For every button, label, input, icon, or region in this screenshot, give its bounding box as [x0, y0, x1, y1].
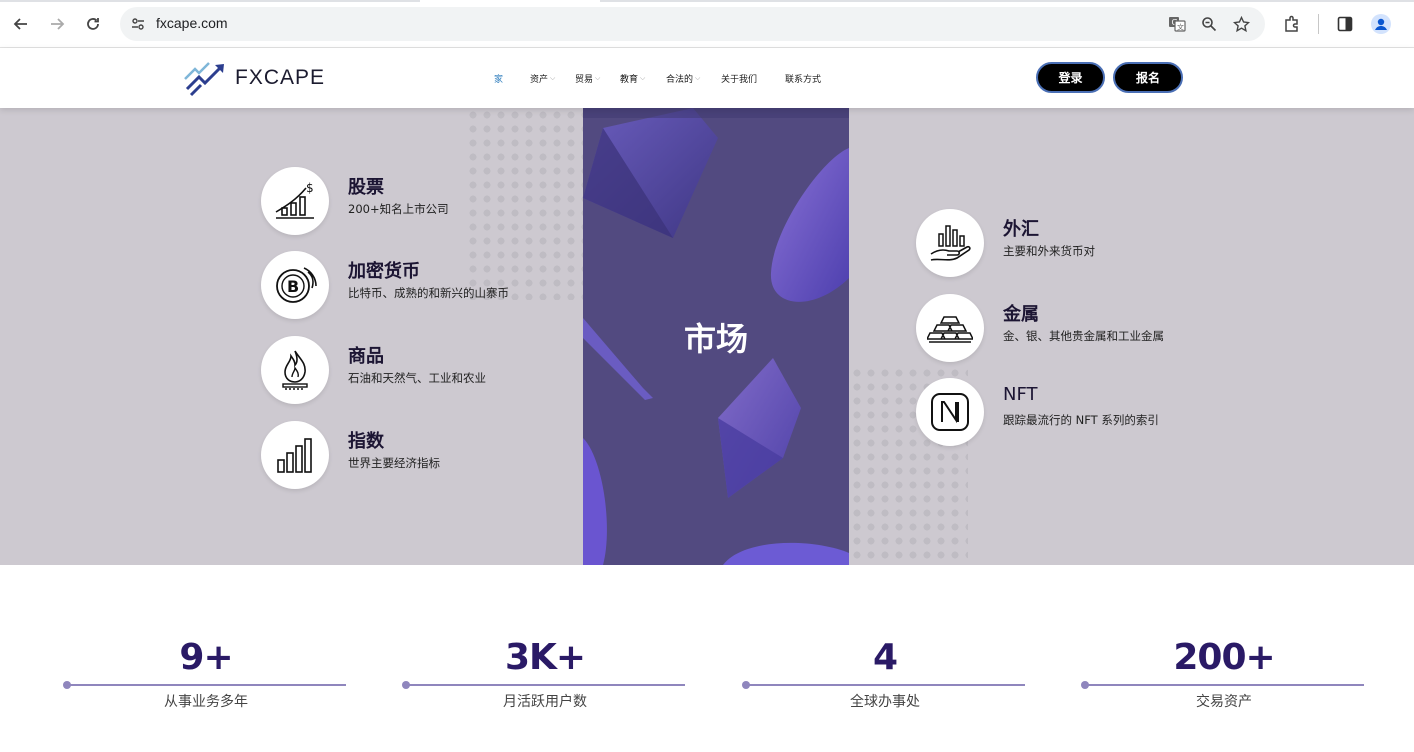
- market-item-forex[interactable]: 外汇 主要和外来货币对: [916, 209, 1216, 279]
- signup-button[interactable]: 报名: [1113, 62, 1183, 93]
- market-desc: 比特币、成熟的和新兴的山寨币: [348, 286, 509, 300]
- nav-item-label: 教育: [620, 75, 639, 85]
- nav-item-label: 关于我们: [721, 75, 758, 85]
- reload-button[interactable]: [79, 10, 107, 38]
- arrow-left-icon: [13, 18, 27, 30]
- nav-item-contact[interactable]: 联系方式: [785, 72, 821, 85]
- nav-item-about[interactable]: 关于我们: [721, 72, 785, 85]
- stat-number: 3K+: [504, 637, 586, 678]
- stat-divider: [402, 681, 685, 689]
- stat-users: 3K+ 月活跃用户数: [402, 637, 685, 710]
- stock-chart-icon: $: [261, 167, 329, 235]
- nav-item-assets[interactable]: 资产 ⌵: [530, 72, 575, 85]
- profile-avatar-icon[interactable]: [1369, 12, 1393, 36]
- nav-item-home[interactable]: 家: [494, 72, 530, 85]
- market-title: 商品: [348, 346, 384, 367]
- stat-divider: [742, 681, 1025, 689]
- bookmark-star-icon[interactable]: [1231, 14, 1251, 34]
- market-desc: 主要和外来货币对: [1003, 244, 1095, 258]
- svg-text:$: $: [306, 181, 314, 195]
- market-item-stocks[interactable]: $ 股票 200+知名上市公司: [261, 167, 581, 237]
- nav-item-label: 联系方式: [785, 75, 822, 85]
- site-settings-icon[interactable]: [128, 14, 148, 34]
- stat-divider: [63, 681, 346, 689]
- gold-bars-icon: [916, 294, 984, 362]
- stat-number: 4: [872, 637, 898, 678]
- site-logo[interactable]: FXCAPE: [183, 59, 325, 97]
- logo-text: FXCAPE: [235, 66, 326, 89]
- side-panel-icon[interactable]: [1333, 12, 1357, 36]
- nav-item-legal[interactable]: 合法的 ⌵: [666, 72, 721, 85]
- markets-center-panel: 市场: [583, 108, 849, 565]
- nav-item-education[interactable]: 教育 ⌵: [620, 72, 666, 85]
- svg-text:文: 文: [1177, 23, 1184, 32]
- extensions-icon[interactable]: [1280, 12, 1304, 36]
- browser-toolbar: fxcape.com G文: [0, 0, 1414, 48]
- back-button[interactable]: [7, 10, 35, 38]
- stat-number: 200+: [1173, 637, 1275, 678]
- markets-section: 市场 $ 股票 200+知名上市公司 B 加密货币 比特币、成熟的和新兴的山寨币…: [0, 108, 1414, 565]
- flame-icon: [261, 336, 329, 404]
- translate-icon[interactable]: G文: [1167, 14, 1187, 34]
- address-bar[interactable]: fxcape.com G文: [120, 7, 1265, 41]
- market-item-crypto[interactable]: B 加密货币 比特币、成熟的和新兴的山寨币: [261, 251, 581, 321]
- stat-label: 从事业务多年: [164, 694, 248, 710]
- chevron-down-icon: ⌵: [550, 74, 556, 82]
- market-desc: 石油和天然气、工业和农业: [348, 371, 486, 385]
- market-desc: 世界主要经济指标: [348, 456, 440, 470]
- market-title: 金属: [1003, 304, 1039, 325]
- stat-number: 9+: [179, 637, 233, 678]
- market-item-commodities[interactable]: 商品 石油和天然气、工业和农业: [261, 336, 581, 406]
- forward-button[interactable]: [43, 10, 71, 38]
- logo-arrow-icon: [184, 62, 224, 97]
- markets-title: 市场: [683, 320, 748, 358]
- stats-section: 9+ 从事业务多年 3K+ 月活跃用户数 4 全球办事处 200+ 交易资产: [0, 565, 1414, 752]
- market-title: 指数: [348, 431, 384, 452]
- svg-text:B: B: [287, 277, 299, 296]
- stat-label: 全球办事处: [850, 694, 920, 710]
- stat-assets: 200+ 交易资产: [1081, 637, 1364, 710]
- stat-label: 交易资产: [1196, 694, 1252, 710]
- stat-label: 月活跃用户数: [503, 694, 587, 710]
- nav-item-label: 资产: [530, 75, 549, 85]
- nav-item-label: 贸易: [575, 75, 594, 85]
- market-desc: 跟踪最流行的 NFT 系列的索引: [1003, 413, 1159, 427]
- market-desc: 金、银、其他贵金属和工业金属: [1003, 329, 1164, 343]
- market-title: 股票: [348, 177, 384, 198]
- tab-strip: [0, 0, 1414, 2]
- market-desc: 200+知名上市公司: [348, 202, 449, 216]
- reload-icon: [87, 18, 99, 30]
- nav-item-label: 合法的: [666, 75, 694, 85]
- market-title: 加密货币: [348, 261, 420, 282]
- bar-chart-icon: [261, 421, 329, 489]
- nft-icon: [916, 378, 984, 446]
- arrow-right-icon: [51, 18, 65, 30]
- market-item-metals[interactable]: 金属 金、银、其他贵金属和工业金属: [916, 294, 1216, 364]
- chevron-down-icon: ⌵: [695, 74, 701, 82]
- site-header: FXCAPE 家 资产 ⌵ 贸易 ⌵ 教育 ⌵ 合法的 ⌵ 关于我们 联系方式 登录 报…: [0, 48, 1414, 108]
- market-title: NFT: [1003, 384, 1038, 405]
- main-nav: 家 资产 ⌵ 贸易 ⌵ 教育 ⌵ 合法的 ⌵ 关于我们 联系方式: [494, 72, 821, 85]
- zoom-icon[interactable]: [1199, 14, 1219, 34]
- chevron-down-icon: ⌵: [595, 74, 601, 82]
- market-item-indices[interactable]: 指数 世界主要经济指标: [261, 421, 581, 491]
- stat-years: 9+ 从事业务多年: [63, 637, 346, 710]
- chevron-down-icon: ⌵: [640, 74, 646, 82]
- url-text[interactable]: fxcape.com: [156, 15, 228, 31]
- stat-divider: [1081, 681, 1364, 689]
- toolbar-divider: [1318, 14, 1319, 34]
- market-title: 外汇: [1003, 219, 1039, 240]
- market-item-nft[interactable]: NFT 跟踪最流行的 NFT 系列的索引: [916, 378, 1216, 448]
- nav-item-trade[interactable]: 贸易 ⌵: [575, 72, 620, 85]
- nav-item-label: 家: [494, 75, 504, 85]
- bitcoin-icon: B: [261, 251, 329, 319]
- hand-chart-icon: [916, 209, 984, 277]
- stat-offices: 4 全球办事处: [742, 637, 1025, 710]
- login-button[interactable]: 登录: [1036, 62, 1105, 93]
